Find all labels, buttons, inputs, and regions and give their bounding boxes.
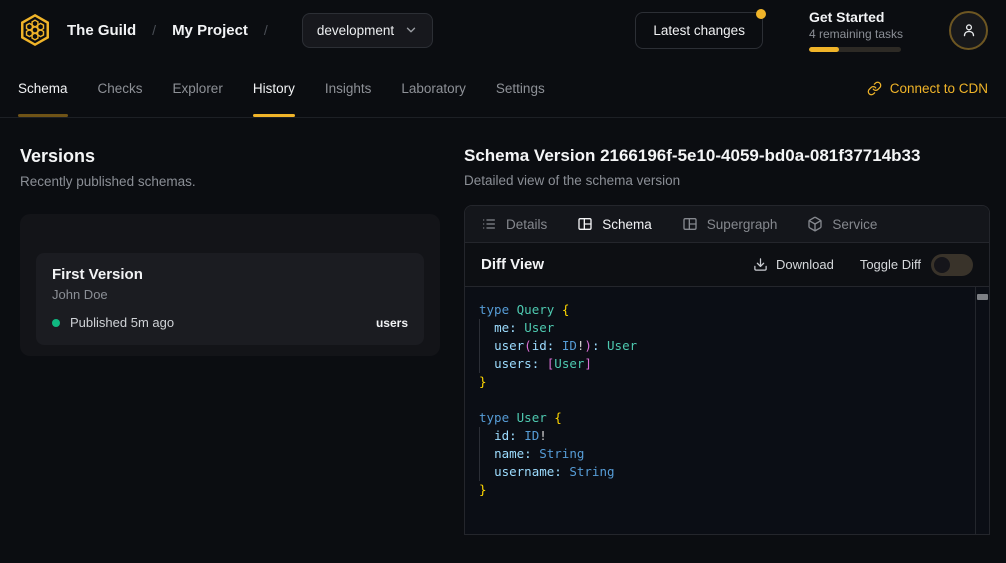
list-icon	[481, 216, 497, 232]
schema-code-area[interactable]: type Query { me: User user(id: ID!): Use…	[465, 287, 989, 534]
version-detail-column: Schema Version 2166196f-5e10-4059-bd0a-0…	[464, 118, 1006, 562]
code-scrollbar-thumb[interactable]	[977, 294, 988, 300]
download-icon	[753, 257, 768, 272]
versions-column: Versions Recently published schemas. Fir…	[0, 118, 464, 562]
layout-icon	[577, 216, 593, 232]
main-content: Versions Recently published schemas. Fir…	[0, 118, 1006, 562]
project-breadcrumb-link[interactable]: My Project	[172, 22, 248, 39]
code-view: type Query { me: User user(id: ID!): Use…	[479, 301, 969, 499]
schema-version-panel: Details Schema Supergraph	[464, 205, 990, 535]
connect-to-cdn-button[interactable]: Connect to CDN	[867, 60, 988, 117]
tab-label: Supergraph	[707, 217, 778, 232]
get-started-widget[interactable]: Get Started 4 remaining tasks	[809, 9, 903, 52]
chevron-down-icon	[404, 23, 418, 37]
tab-label: Settings	[496, 81, 545, 96]
cube-icon	[807, 216, 823, 232]
layout-icon	[682, 216, 698, 232]
tab-label: History	[253, 81, 295, 96]
tab-explorer[interactable]: Explorer	[173, 60, 223, 117]
download-button[interactable]: Download	[753, 257, 834, 272]
version-status-row: Published 5m ago users	[52, 315, 408, 330]
org-breadcrumb-link[interactable]: The Guild	[67, 22, 136, 39]
schema-version-subtitle: Detailed view of the schema version	[464, 173, 990, 188]
connect-to-cdn-label: Connect to CDN	[890, 81, 988, 96]
tab-label: Schema	[18, 81, 68, 96]
breadcrumb-separator: /	[264, 22, 268, 38]
version-view-tabs: Details Schema Supergraph	[465, 206, 989, 243]
download-label: Download	[776, 257, 834, 272]
version-name: First Version	[52, 266, 408, 283]
tab-checks[interactable]: Checks	[98, 60, 143, 117]
toggle-diff-label: Toggle Diff	[860, 257, 921, 272]
breadcrumb-separator: /	[152, 22, 156, 38]
tab-label: Checks	[98, 81, 143, 96]
toggle-diff-switch[interactable]	[931, 254, 973, 276]
toggle-diff-control: Toggle Diff	[860, 254, 973, 276]
diff-actions: Download Toggle Diff	[753, 254, 973, 276]
target-selector-dropdown[interactable]: development	[302, 13, 433, 48]
tab-service[interactable]: Service	[807, 216, 877, 232]
diff-view-title: Diff View	[481, 256, 544, 273]
tab-label: Explorer	[173, 81, 223, 96]
tab-label: Details	[506, 217, 547, 232]
tab-supergraph[interactable]: Supergraph	[682, 216, 778, 232]
tab-history[interactable]: History	[253, 60, 295, 117]
hive-logo-icon[interactable]	[18, 13, 52, 47]
tab-schema-view[interactable]: Schema	[577, 216, 652, 232]
target-nav: Schema Checks Explorer History Insights …	[0, 60, 1006, 118]
versions-title: Versions	[20, 146, 440, 167]
code-scrollbar-track[interactable]	[975, 287, 989, 534]
get-started-title: Get Started	[809, 9, 903, 25]
versions-subtitle: Recently published schemas.	[20, 174, 440, 189]
tab-label: Service	[832, 217, 877, 232]
diff-toolbar: Diff View Download Toggle Diff	[465, 243, 989, 287]
versions-list-card: First Version John Doe Published 5m ago …	[20, 214, 440, 356]
tab-schema[interactable]: Schema	[18, 60, 68, 117]
tab-label: Insights	[325, 81, 372, 96]
app-header: The Guild / My Project / development Lat…	[0, 0, 1006, 60]
schema-version-title: Schema Version 2166196f-5e10-4059-bd0a-0…	[464, 146, 990, 166]
header-actions: Latest changes Get Started 4 remaining t…	[635, 9, 988, 52]
switch-knob	[934, 257, 950, 273]
get-started-progressbar	[809, 47, 901, 52]
get-started-subtitle: 4 remaining tasks	[809, 27, 903, 41]
version-author: John Doe	[52, 287, 408, 302]
tab-label: Schema	[602, 217, 652, 232]
tab-insights[interactable]: Insights	[325, 60, 372, 117]
notification-dot	[756, 9, 766, 19]
user-avatar[interactable]	[949, 11, 988, 50]
published-status-dot	[52, 319, 60, 327]
latest-changes-button[interactable]: Latest changes	[635, 12, 763, 49]
version-list-item[interactable]: First Version John Doe Published 5m ago …	[36, 253, 424, 345]
version-status-text: Published 5m ago	[70, 315, 174, 330]
get-started-progress-fill	[809, 47, 839, 52]
person-icon	[960, 21, 978, 39]
service-badge: users	[376, 316, 408, 330]
tab-details[interactable]: Details	[481, 216, 547, 232]
tab-label: Laboratory	[401, 81, 466, 96]
link-icon	[867, 81, 882, 96]
tab-laboratory[interactable]: Laboratory	[401, 60, 466, 117]
latest-changes-label: Latest changes	[653, 23, 745, 38]
target-selector-value: development	[317, 23, 394, 38]
tab-settings[interactable]: Settings	[496, 60, 545, 117]
